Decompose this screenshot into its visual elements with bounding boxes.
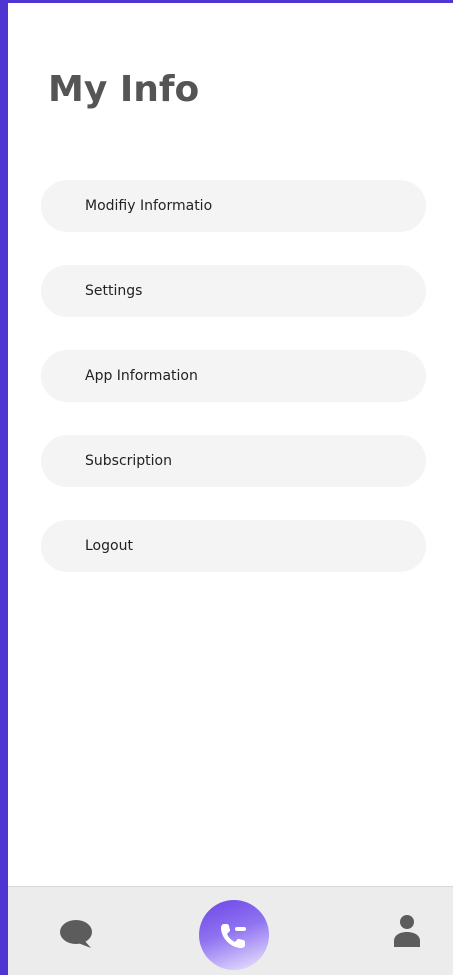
menu-item-label: Modifiy Informatio xyxy=(85,198,213,214)
chat-tab[interactable] xyxy=(56,914,96,954)
menu-item-subscription[interactable]: Subscription xyxy=(41,435,426,487)
user-profile-icon xyxy=(394,915,420,947)
bottom-tab-bar xyxy=(8,886,453,975)
menu-item-label: Settings xyxy=(85,283,143,299)
menu-item-app-information[interactable]: App Information xyxy=(41,350,426,402)
profile-tab[interactable] xyxy=(392,913,422,949)
menu-item-modify-information[interactable]: Modifiy Informatio xyxy=(41,180,426,232)
menu-item-settings[interactable]: Settings xyxy=(41,265,426,317)
phone-call-icon xyxy=(221,924,246,948)
page-title: My Info xyxy=(48,69,200,110)
call-tab[interactable] xyxy=(199,900,269,970)
chat-bubble-icon xyxy=(60,920,92,948)
menu-list: Modifiy Informatio Settings App Informat… xyxy=(41,180,426,605)
menu-item-label: Logout xyxy=(85,538,133,554)
menu-item-logout[interactable]: Logout xyxy=(41,520,426,572)
menu-item-label: Subscription xyxy=(85,453,172,469)
menu-item-label: App Information xyxy=(85,368,198,384)
app-screen: My Info Modifiy Informatio Settings App … xyxy=(8,3,453,975)
